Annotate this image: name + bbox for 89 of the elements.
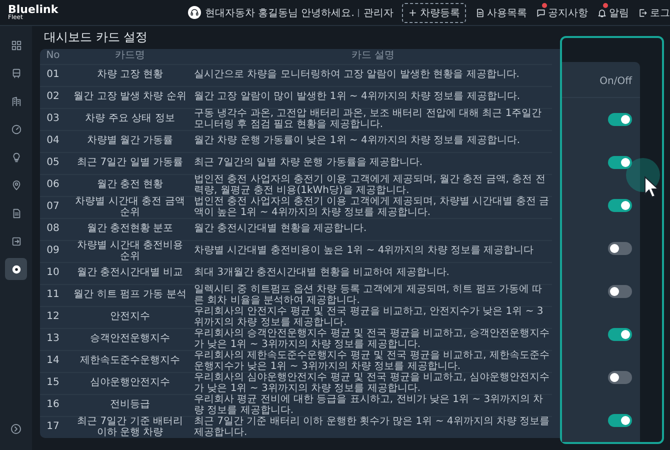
card-name: 월간 고장 발생 차량 순위 [72, 92, 188, 103]
column-header: On/Off [562, 62, 640, 98]
greeting-text: 현대자동차 홍길동님 안녕하세요. [204, 6, 354, 20]
sidebar-item[interactable] [5, 258, 27, 280]
card-description: 법인전 충전 사업자의 충전기 이용 고객에게 제공되며, 월간 충전 금액, 충전 전력량, 월평균 충전 비용(1kWh당)을 제공합니다. [194, 175, 546, 196]
topbar-button[interactable]: 사용목록 [475, 6, 527, 20]
card-description: 실시간으로 차량을 모니터링하여 고장 알람이 발생한 현황을 제공합니다. [194, 70, 520, 81]
topbar-button[interactable]: 로그 [638, 6, 670, 20]
building-icon [10, 96, 22, 106]
toggle-switch[interactable] [608, 199, 632, 212]
card-description: 우리회사의 제한속도준수운행지수 평균 및 전국 평균을 비교하고, 제한속도준수운행지수가 낮은 1위 ~ 3위까지의 차량 정보를 제공합니다. [194, 351, 550, 372]
row-number: 07 [46, 202, 60, 213]
bus-icon [10, 68, 22, 78]
bell-icon [597, 8, 607, 18]
gauge-icon [10, 124, 22, 134]
row-number: 11 [46, 290, 60, 301]
row-number: 03 [46, 114, 60, 125]
location-pin-icon [10, 180, 22, 190]
card-name: 승객안전운행지수 [89, 334, 171, 345]
card-name: 월간 충전시간대별 비교 [76, 268, 184, 279]
card-name: 제한속도준수운행지수 [79, 356, 181, 367]
grid-icon [10, 40, 22, 50]
card-description: 차량별 시간대별 충전비용이 높은 1위 ~ 4위까지의 차량 정보를 제공합니다 [194, 246, 535, 257]
card-description: 우리회사의 승객안전운행지수 평균 및 전국 평균을 비교하고, 승객안전운행지수가 낮은 1위 ~ 3위까지의 차량 정보를 제공합니다. [194, 329, 550, 350]
row-number: 13 [46, 334, 60, 345]
row-number: 17 [46, 422, 60, 433]
row-number: 02 [46, 92, 60, 103]
card-description: 일렉시티 중 히트펌프 옵션 차량 등록 고객에게 제공되며, 히트 펌프 가동에 따른 회차 비율을 분석하여 제공합니다. [194, 285, 544, 306]
card-description: 우리회사 평균 전비에 대한 등급을 표시하고, 전비가 낮은 1위 ~ 3위까지의 차량 정보를 제공합니다. [194, 395, 544, 416]
toggle-switch[interactable] [608, 414, 632, 427]
topbar-button[interactable]: 알림 [597, 6, 629, 20]
row-number: 05 [46, 158, 60, 169]
role-text: 관리자 [363, 6, 394, 20]
row-number: 04 [46, 136, 60, 147]
card-description: 우리회사의 안전지수 평균 및 전국 평균을 비교하고, 안전지수가 낮은 1위 ~ 3위까지의 차량 정보를 제공합니다. [194, 307, 544, 328]
card-description: 법인전 충전 사업자의 충전기 이용 고객에게 제공되며, 차량별 시간대별 충전 금액이 높은 1위 ~ 4위까지의 차량 정보를 제공합니다. [194, 197, 550, 218]
card-name: 차량 고장 현황 [96, 70, 164, 81]
settings-icon [10, 264, 22, 274]
card-name: 심야운행안전지수 [89, 378, 171, 389]
headset-icon [190, 8, 199, 17]
card-description: 최대 3개월간 충전시간대별 현황을 비교하여 제공합니다. [194, 268, 450, 279]
row-number: 09 [46, 246, 60, 257]
card-name: 월간 충전 현황 [96, 180, 164, 191]
card-name: 월간 히트 펌프 가동 분석 [72, 290, 188, 301]
toggle-switch[interactable] [608, 328, 632, 341]
cursor-icon [644, 176, 660, 198]
toggle-switch[interactable] [608, 242, 632, 255]
column-header: No [45, 51, 61, 62]
logout-icon [638, 8, 648, 18]
register-vehicle-button[interactable]: + 차량등록 [402, 2, 466, 22]
row-number: 14 [46, 356, 60, 367]
card-name: 차량별 시간대 충전 금액 순위 [74, 197, 186, 218]
row-number: 01 [46, 70, 60, 81]
logo-text: Bluelink [8, 4, 58, 15]
row-number: 08 [46, 224, 60, 235]
row-number: 12 [46, 312, 60, 323]
row-number: 06 [46, 180, 60, 191]
toggle-switch[interactable] [608, 285, 632, 298]
card-name: 차량별 시간대 충전비용 순위 [76, 241, 184, 262]
card-name: 차량별 월간 가동률 [86, 136, 174, 147]
card-name: 안전지수 [109, 312, 151, 323]
card-description: 최근 7일간 기준 배터리 이하 운행한 횟수가 많은 1위 ~ 4위까지의 차량 정보를 제공합니다. [194, 417, 551, 438]
lightbulb-icon [10, 152, 22, 162]
chat-bubble-icon [536, 8, 546, 18]
exit-icon [10, 236, 22, 246]
card-description: 최근 7일간의 일별 차량 운행 가동률을 제공합니다. [194, 158, 424, 169]
card-name: 최근 7일간 일별 가동률 [76, 158, 184, 169]
card-name: 전비등급 [109, 400, 151, 411]
card-description: 월간 충전시간대별 현황을 제공합니다. [194, 224, 368, 235]
document-icon [10, 208, 22, 218]
row-number: 15 [46, 378, 60, 389]
column-header: 카드 설명 [350, 51, 396, 62]
chevron-circle-icon [10, 423, 22, 435]
card-description: 우리회사의 심야운행안전지수 평균 및 전국 평균을 비교하고, 심야운행안전지수가 낮은 1위 ~ 3위까지의 차량 정보를 제공합니다. [194, 373, 550, 394]
card-description: 월간 고장 알람이 많이 발생한 1위 ~ 4위까지의 차량 정보를 제공합니다. [194, 92, 522, 103]
column-header: 카드명 [114, 51, 146, 62]
row-number: 10 [46, 268, 60, 279]
document-icon [475, 8, 485, 18]
card-name: 최근 7일간 기준 배터리 이하 운행 차량 [76, 417, 184, 438]
page-title: 대시보드 카드 설정 [44, 29, 149, 46]
toggle-switch[interactable] [608, 371, 632, 384]
card-description: 구동 냉각수 과온, 고전압 배터리 과온, 보조 배터리 전압에 대해 최근 1주일간 모니터링 후 점검 필요 현황을 제공합니다. [194, 109, 543, 130]
row-number: 16 [46, 400, 60, 411]
card-description: 월간 차량 운행 가동률이 낮은 1위 ~ 4위까지의 차량 정보를 제공합니다. [194, 136, 522, 147]
toggle-switch[interactable] [608, 156, 632, 169]
topbar-button[interactable]: 공지사항 [536, 6, 588, 20]
toggle-switch[interactable] [608, 113, 632, 126]
card-name: 차량 주요 상태 정보 [84, 114, 176, 125]
card-name: 월간 충전현황 분포 [86, 224, 174, 235]
